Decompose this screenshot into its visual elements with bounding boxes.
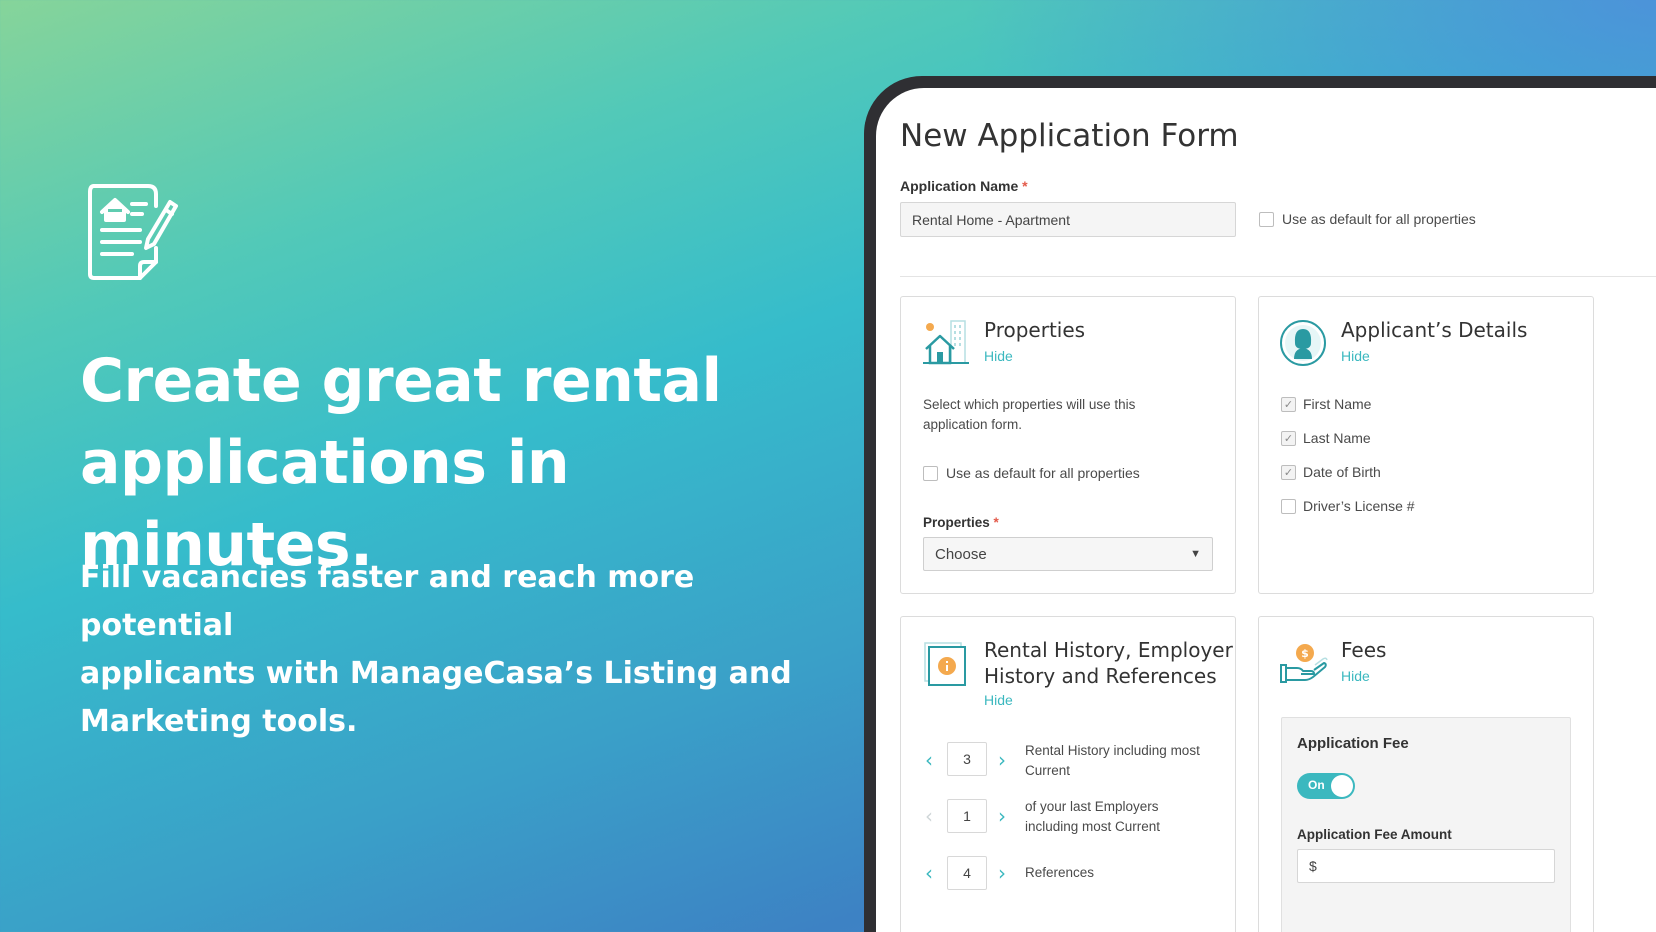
references-count[interactable]: 4 — [947, 856, 987, 890]
applicant-details-card: Applicant’s Details Hide ✓ First Name ✓ … — [1258, 296, 1594, 594]
application-fee-panel: Application Fee On Application Fee Amoun… — [1281, 717, 1571, 932]
decrement-employers-button[interactable]: ‹ — [925, 806, 933, 826]
fee-amount-input[interactable]: $ — [1297, 849, 1555, 883]
required-mark: * — [1022, 178, 1028, 194]
chevron-down-icon: ▼ — [1190, 548, 1201, 560]
application-fee-toggle[interactable]: On — [1297, 773, 1355, 799]
rental-history-card: Rental History, Employer History and Ref… — [900, 616, 1236, 932]
increment-rental-history-button[interactable]: › — [998, 750, 1006, 770]
properties-description: Select which properties will use this ap… — [923, 397, 1136, 432]
first-name-checkbox[interactable]: ✓ — [1281, 397, 1296, 412]
check-icon: ✓ — [1283, 467, 1294, 479]
toggle-knob — [1331, 775, 1353, 797]
default-all-checkbox[interactable] — [1259, 212, 1274, 227]
headline-line-1: Create great rental — [80, 346, 722, 416]
decrement-references-button[interactable]: ‹ — [925, 863, 933, 883]
rental-history-hide-link[interactable]: Hide — [984, 692, 1013, 708]
hero-headline: Create great rental applications in minu… — [80, 340, 840, 586]
rental-history-title: Rental History, Employer History and Ref… — [984, 638, 1233, 688]
date-of-birth-label: Date of Birth — [1303, 464, 1381, 480]
references-label: References — [1025, 865, 1095, 880]
divider — [900, 276, 1656, 277]
fees-title: Fees — [1341, 638, 1387, 662]
toggle-label: On — [1308, 778, 1325, 792]
fee-amount-label: Application Fee Amount — [1297, 827, 1452, 842]
subhead-line-1: Fill vacancies faster and reach more pot… — [80, 560, 695, 643]
dollar-prefix: $ — [1309, 858, 1317, 874]
fees-card: $ Fees Hide Application Fee On Applicati… — [1258, 616, 1594, 932]
properties-select-label: Properties * — [923, 515, 999, 530]
last-name-label: Last Name — [1303, 430, 1371, 446]
employers-label: of your last Employers including most Cu… — [1025, 799, 1161, 834]
default-all-label: Use as default for all properties — [1282, 211, 1476, 227]
properties-default-label: Use as default for all properties — [946, 465, 1140, 481]
rental-history-count[interactable]: 3 — [947, 742, 987, 776]
applicant-hide-link[interactable]: Hide — [1341, 348, 1370, 364]
first-name-label: First Name — [1303, 396, 1372, 412]
applicant-details-title: Applicant’s Details — [1341, 318, 1528, 342]
document-house-pencil-icon — [88, 182, 180, 282]
check-icon: ✓ — [1283, 399, 1294, 411]
drivers-license-label: Driver’s License # — [1303, 498, 1415, 514]
properties-card: Properties Hide Select which properties … — [900, 296, 1236, 594]
employers-count[interactable]: 1 — [947, 799, 987, 833]
drivers-license-checkbox[interactable] — [1281, 499, 1296, 514]
hero-subheading: Fill vacancies faster and reach more pot… — [80, 554, 800, 746]
last-name-checkbox[interactable]: ✓ — [1281, 431, 1296, 446]
date-of-birth-checkbox[interactable]: ✓ — [1281, 465, 1296, 480]
check-icon: ✓ — [1283, 433, 1294, 445]
decrement-rental-history-button[interactable]: ‹ — [925, 750, 933, 770]
building-house-icon — [923, 319, 971, 367]
page-title: New Application Form — [900, 118, 1239, 154]
tablet-screen: New Application Form Application Name * … — [876, 88, 1656, 932]
rental-history-label: Rental History including most Current — [1025, 743, 1200, 778]
fees-hide-link[interactable]: Hide — [1341, 668, 1370, 684]
properties-hide-link[interactable]: Hide — [984, 348, 1013, 364]
application-name-input[interactable]: Rental Home - Apartment — [900, 202, 1236, 237]
properties-default-checkbox[interactable] — [923, 466, 938, 481]
properties-title: Properties — [984, 318, 1086, 342]
hand-coin-icon: $ — [1279, 643, 1329, 687]
subhead-line-2: applicants with ManageCasa’s Listing and — [80, 656, 792, 691]
increment-references-button[interactable]: › — [998, 863, 1006, 883]
application-name-label: Application Name * — [900, 178, 1028, 194]
application-fee-label: Application Fee — [1297, 735, 1409, 752]
info-document-icon — [923, 641, 969, 687]
svg-text:$: $ — [1301, 647, 1309, 660]
subhead-line-3: Marketing tools. — [80, 704, 358, 739]
person-avatar-icon — [1279, 319, 1327, 367]
properties-select[interactable]: Choose ▼ — [923, 537, 1213, 571]
increment-employers-button[interactable]: › — [998, 806, 1006, 826]
